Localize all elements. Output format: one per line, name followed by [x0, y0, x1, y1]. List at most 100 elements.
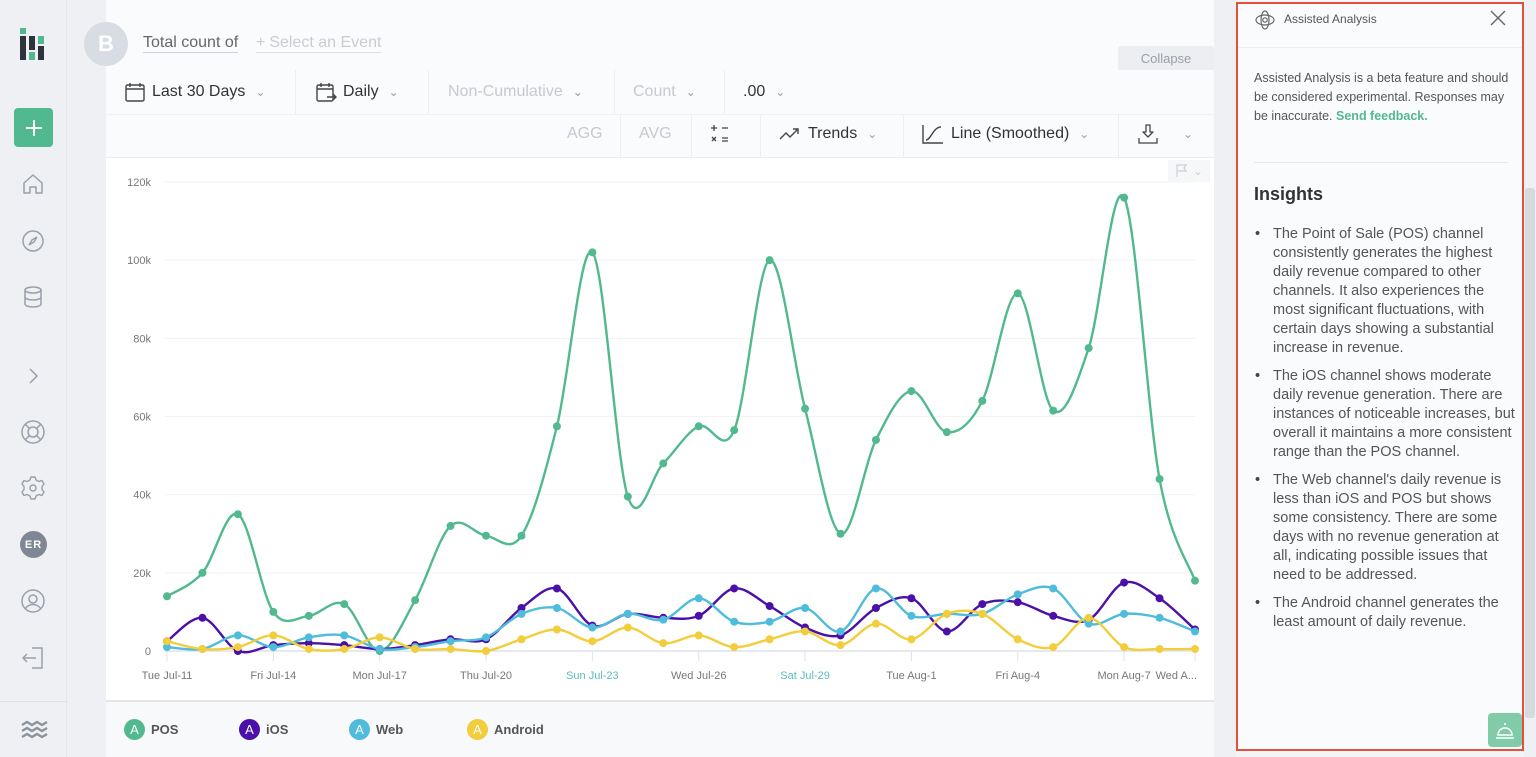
y-tick-label: 80k	[133, 333, 151, 345]
data-point-web	[871, 584, 880, 593]
x-tick-label: Sat Jul-29	[780, 670, 830, 682]
left-nav: ER	[0, 0, 67, 757]
chart-toolbar: Last 30 Days ⌄ Daily ⌄ Non-Cumulative ⌄ …	[106, 70, 1214, 158]
export-button[interactable]: ⌄	[1137, 114, 1193, 154]
nav-help[interactable]	[19, 418, 47, 446]
collapse-button[interactable]: Collapse	[1118, 46, 1214, 70]
data-point-ios	[730, 584, 739, 593]
formula-button[interactable]	[709, 114, 731, 154]
legend-item-web[interactable]: A Web	[349, 719, 403, 740]
data-point-web	[482, 633, 491, 642]
insight-item: The Android channel generates the least …	[1254, 594, 1516, 632]
data-point-web	[1191, 627, 1199, 636]
avg-button[interactable]: AVG	[639, 114, 672, 154]
measure-dropdown[interactable]: Count ⌄	[633, 72, 696, 112]
interval-dropdown[interactable]: Daily ⌄	[315, 72, 399, 112]
nav-explore[interactable]	[19, 227, 47, 255]
app: ER B Total count of + Select an Event Col…	[0, 0, 1536, 757]
data-point-android	[233, 643, 242, 652]
data-point-pos	[871, 435, 880, 444]
data-point-android	[1084, 613, 1093, 622]
app-logo[interactable]	[19, 28, 49, 60]
data-point-pos	[730, 426, 739, 435]
divider	[295, 70, 296, 114]
download-icon	[1138, 124, 1158, 144]
line-chart: 0 20k 40k 60k 80k 100k 120k Tue Jul-11 Fri Jul-1…	[127, 177, 1199, 682]
legend-item-pos[interactable]: A POS	[124, 719, 178, 740]
nav-profile[interactable]	[19, 587, 47, 615]
x-tick-label: Tue Aug-1	[886, 670, 936, 682]
add-button[interactable]	[14, 108, 53, 147]
chart-area: ⌄ 0 20k 40k 60k 80k 100k 120k Tue Jul-11 Fri Jul…	[106, 158, 1214, 700]
data-point-android	[1013, 635, 1022, 644]
date-range-dropdown[interactable]: Last 30 Days ⌄	[124, 72, 265, 112]
data-point-android	[871, 619, 880, 628]
nav-settings[interactable]	[19, 474, 47, 502]
plus-icon: +	[256, 34, 266, 51]
data-point-web	[552, 604, 561, 613]
data-point-pos	[1155, 475, 1164, 484]
data-point-android	[269, 631, 278, 640]
compass-icon	[22, 230, 44, 252]
total-count-dropdown[interactable]: Total count of	[143, 34, 239, 53]
data-point-android	[552, 625, 561, 634]
chart-type-dropdown[interactable]: Line (Smoothed) ⌄	[921, 114, 1089, 154]
data-point-android	[1120, 643, 1129, 652]
close-panel-button[interactable]	[1490, 8, 1506, 30]
insights-heading: Insights	[1254, 184, 1324, 204]
chart-type-label: Line (Smoothed)	[951, 125, 1070, 142]
panel-scrollbar[interactable]	[1524, 0, 1536, 757]
data-point-ios	[1013, 598, 1022, 607]
data-point-android	[198, 645, 207, 654]
select-event-button[interactable]: + Select an Event	[256, 34, 382, 53]
user-avatar[interactable]: ER	[20, 531, 47, 558]
send-feedback-link[interactable]: Send feedback.	[1336, 109, 1428, 123]
data-point-android	[907, 635, 916, 644]
panel-gutter	[1214, 0, 1236, 757]
data-point-android	[163, 637, 171, 646]
legend-item-ios[interactable]: AiOS	[239, 719, 288, 740]
scrollbar-thumb[interactable]	[1525, 188, 1535, 718]
x-tick-label: Thu Jul-20	[460, 670, 512, 682]
trends-dropdown[interactable]: Trends ⌄	[778, 114, 877, 154]
data-point-pos	[198, 568, 207, 577]
data-point-pos	[482, 531, 491, 540]
calendar-icon	[125, 83, 145, 102]
divider	[428, 70, 429, 114]
y-tick-label: 120k	[127, 177, 151, 189]
nav-logout[interactable]	[19, 644, 47, 672]
cumulative-dropdown[interactable]: Non-Cumulative ⌄	[448, 72, 583, 112]
data-point-android	[623, 623, 632, 632]
legend-item-android[interactable]: A Android	[467, 719, 544, 740]
query-letter-badge: B	[84, 22, 128, 66]
data-point-android	[836, 641, 845, 650]
nav-home[interactable]	[19, 170, 47, 198]
legend-swatch: A	[349, 719, 370, 740]
nav-expand[interactable]	[19, 362, 47, 390]
gutter	[67, 0, 106, 757]
data-point-android	[659, 639, 668, 648]
data-point-android	[482, 647, 491, 655]
help-bell-button[interactable]	[1488, 713, 1522, 747]
panel-header: Assisted Analysis	[1238, 4, 1522, 48]
decimals-label: .00	[743, 83, 766, 100]
data-point-android	[765, 635, 774, 644]
data-point-android	[730, 643, 739, 652]
data-point-pos	[269, 607, 278, 616]
decimals-dropdown[interactable]: .00 ⌄	[743, 72, 785, 112]
agg-button[interactable]: AGG	[567, 114, 603, 154]
data-point-web	[446, 637, 455, 646]
data-point-pos	[446, 521, 455, 530]
data-point-web	[233, 631, 242, 640]
nav-data[interactable]	[19, 283, 47, 311]
data-point-web	[375, 645, 384, 654]
data-point-android	[1155, 645, 1164, 654]
data-point-web	[836, 627, 845, 636]
beta-disclaimer: Assisted Analysis is a beta feature and …	[1254, 69, 1510, 126]
insight-item: The iOS channel shows moderate daily rev…	[1254, 367, 1516, 462]
legend-swatch: A	[467, 719, 488, 740]
annotation-flag-button[interactable]: ⌄	[1168, 160, 1210, 182]
data-point-android	[694, 631, 703, 640]
data-point-android	[1191, 645, 1199, 654]
data-point-ios	[1155, 594, 1164, 603]
